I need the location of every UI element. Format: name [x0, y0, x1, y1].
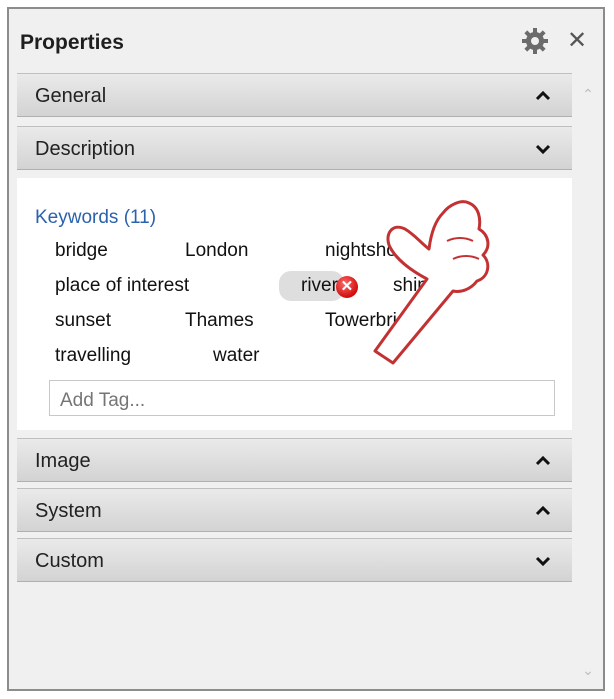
panel-title: Properties	[20, 31, 124, 54]
section-system[interactable]: System	[17, 488, 572, 532]
section-system-label: System	[35, 500, 102, 522]
section-general-label: General	[35, 85, 107, 107]
remove-tag-icon[interactable]: ✕	[335, 276, 358, 298]
section-image-label: Image	[35, 450, 91, 472]
keyword-tag-selected[interactable]: river ✕	[279, 271, 358, 301]
section-custom[interactable]: Custom	[17, 538, 572, 582]
properties-panel: General Description Keywords (11) bridge…	[17, 73, 572, 685]
section-image[interactable]: Image	[17, 438, 572, 482]
keyword-tag[interactable]: water	[213, 345, 259, 367]
vertical-scrollbar[interactable]: ⌃ ⌄	[577, 75, 599, 687]
chevron-up-icon[interactable]	[534, 452, 552, 470]
keyword-tag[interactable]: sunset	[55, 310, 111, 332]
keyword-tag[interactable]: London	[185, 240, 248, 262]
properties-window: Properties ✕ General Description Keyword…	[7, 7, 605, 691]
keyword-tag[interactable]: Thames	[185, 310, 254, 332]
section-custom-label: Custom	[35, 550, 104, 572]
chevron-down-icon[interactable]	[534, 140, 552, 158]
section-general[interactable]: General	[17, 73, 572, 117]
add-tag-input[interactable]	[49, 380, 555, 416]
title-bar: Properties ✕	[9, 9, 603, 73]
pointing-hand-icon	[373, 200, 490, 365]
keyword-tag[interactable]: travelling	[55, 345, 131, 367]
chevron-up-icon[interactable]	[534, 87, 552, 105]
keywords-header: Keywords (11)	[35, 207, 157, 228]
keyword-tag[interactable]: bridge	[55, 240, 108, 262]
section-description[interactable]: Description	[17, 126, 572, 170]
keyword-tag-label: river	[301, 275, 338, 296]
chevron-down-icon[interactable]	[534, 552, 552, 570]
scroll-up-icon[interactable]: ⌃	[581, 87, 595, 101]
keyword-tag[interactable]: place of interest	[55, 275, 189, 297]
close-icon[interactable]: ✕	[564, 27, 590, 55]
chevron-up-icon[interactable]	[534, 502, 552, 520]
scroll-down-icon[interactable]: ⌄	[581, 663, 595, 677]
section-description-label: Description	[35, 138, 136, 160]
gear-icon[interactable]	[521, 27, 549, 55]
